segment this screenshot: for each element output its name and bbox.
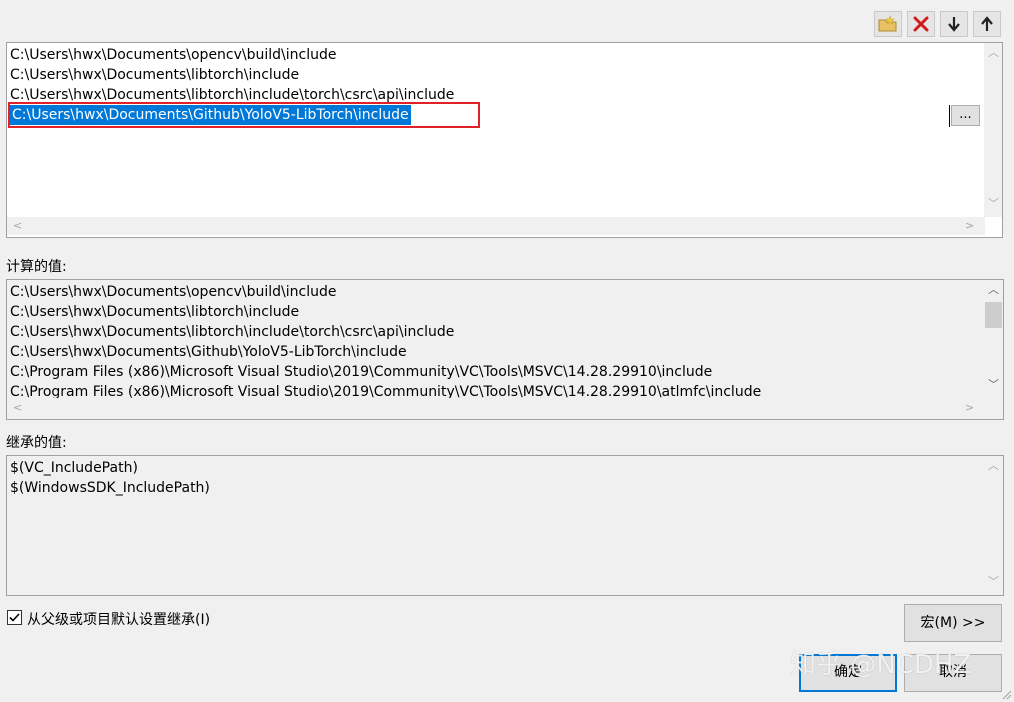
resize-grip-icon[interactable] [1000, 688, 1012, 700]
scroll-left-arrow-icon[interactable]: < [13, 402, 22, 413]
delete-button[interactable] [907, 11, 935, 37]
scroll-down-arrow-icon[interactable]: ﹀ [988, 198, 999, 209]
computed-vertical-scrollbar[interactable]: ︿ ﹀ [984, 280, 1002, 398]
ok-button[interactable]: 确定 [799, 654, 897, 692]
scroll-up-arrow-icon[interactable]: ︿ [988, 460, 999, 471]
inherited-line-2: $(WindowsSDK_IncludePath) [10, 480, 210, 496]
browse-button[interactable]: ... [951, 105, 980, 126]
scroll-right-arrow-icon[interactable]: > [965, 220, 974, 231]
computed-values-box: C:\Users\hwx\Documents\opencv\build\incl… [6, 279, 1004, 420]
new-line-button[interactable] [874, 11, 902, 37]
delete-icon [913, 16, 929, 32]
cancel-button[interactable]: 取消 [904, 654, 1002, 692]
include-directories-dialog: { "toolbar": { "new_line_icon": "new-lin… [0, 0, 1014, 702]
computed-line-4: C:\Users\hwx\Documents\Github\YoloV5-Lib… [10, 344, 407, 360]
move-down-button[interactable] [940, 11, 968, 37]
text-caret [949, 105, 950, 127]
scroll-up-arrow-icon[interactable]: ︿ [988, 47, 999, 58]
check-icon [9, 613, 20, 622]
scroll-up-arrow-icon[interactable]: ︿ [988, 284, 999, 295]
move-up-button[interactable] [973, 11, 1001, 37]
computed-horizontal-scrollbar[interactable]: < > [7, 399, 983, 417]
computed-line-2: C:\Users\hwx\Documents\libtorch\include [10, 304, 300, 320]
inherited-values-label: 继承的值: [6, 435, 67, 451]
computed-line-5: C:\Program Files (x86)\Microsoft Visual … [10, 364, 713, 380]
computed-line-3: C:\Users\hwx\Documents\libtorch\include\… [10, 324, 455, 340]
scroll-down-arrow-icon[interactable]: ﹀ [988, 576, 999, 587]
move-down-icon [948, 17, 960, 32]
computed-values-label: 计算的值: [6, 259, 67, 275]
scroll-right-arrow-icon[interactable]: > [965, 402, 974, 413]
new-line-icon [878, 15, 897, 32]
scroll-thumb[interactable] [985, 302, 1002, 328]
inherit-checkbox[interactable] [7, 610, 22, 625]
inherited-line-1: $(VC_IncludePath) [10, 460, 138, 476]
scroll-left-arrow-icon[interactable]: < [13, 220, 22, 231]
scroll-down-arrow-icon[interactable]: ﹀ [988, 379, 999, 390]
include-path-editor[interactable]: C:\Users\hwx\Documents\opencv\build\incl… [6, 42, 1003, 238]
path-line-2[interactable]: C:\Users\hwx\Documents\libtorch\include [10, 65, 299, 85]
move-up-icon [981, 16, 993, 31]
inherited-values-box: $(VC_IncludePath) $(WindowsSDK_IncludePa… [6, 455, 1004, 596]
computed-line-1: C:\Users\hwx\Documents\opencv\build\incl… [10, 284, 337, 300]
editor-horizontal-scrollbar[interactable]: < > [7, 217, 985, 235]
macros-button[interactable]: 宏(M) >> [904, 604, 1002, 642]
inherited-vertical-scrollbar[interactable]: ︿ ﹀ [984, 456, 1002, 595]
inherit-checkbox-label[interactable]: 从父级或项目默认设置继承(I) [27, 609, 210, 629]
computed-line-6: C:\Program Files (x86)\Microsoft Visual … [10, 384, 762, 398]
computed-values-viewport: C:\Users\hwx\Documents\opencv\build\incl… [7, 280, 983, 398]
editor-vertical-scrollbar[interactable]: ︿ ﹀ [984, 43, 1002, 217]
red-annotation-box [8, 102, 480, 128]
path-line-1[interactable]: C:\Users\hwx\Documents\opencv\build\incl… [10, 45, 337, 65]
